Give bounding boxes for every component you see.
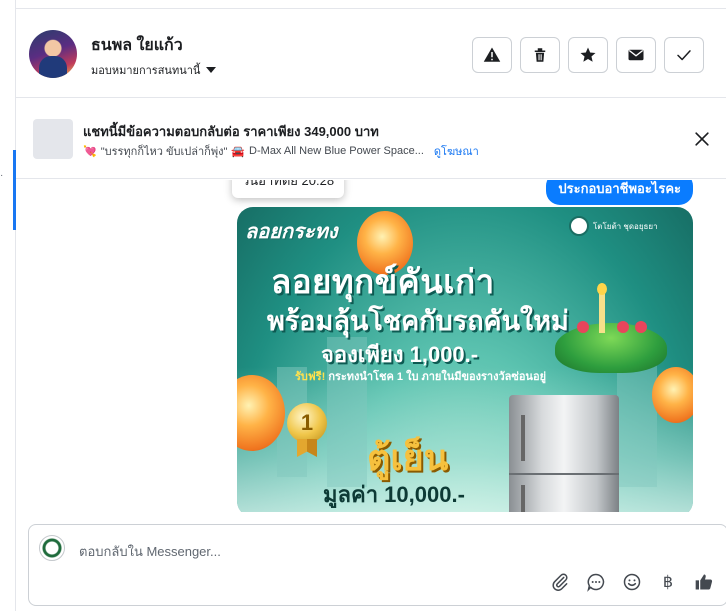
close-icon[interactable]	[692, 129, 712, 149]
reply-composer: ตอบกลับใน Messenger... ฿	[28, 524, 726, 606]
mark-unread-button[interactable]	[616, 37, 656, 73]
ad-model: D-Max All New Blue Power Space...	[249, 145, 424, 157]
bonus-text: กระทงนำโชค 1 ใบ ภายในมีของรางวัลซ่อนอยู่	[328, 371, 547, 383]
header-actions	[472, 37, 704, 73]
promo-brand-tag: ลอยกระทง	[245, 221, 338, 243]
check-icon	[677, 50, 691, 61]
avatar[interactable]	[29, 30, 77, 78]
bonus-highlight: รับฟรี!	[295, 371, 326, 383]
heart-emoji-icon: 💘	[83, 145, 97, 158]
contact-name[interactable]: ธนพล ใยแก้ว	[91, 33, 183, 58]
message-thread[interactable]: ประกอบอาชีพอะไรคะ วันอาทิตย์ 20:28 ลอยกร…	[16, 180, 726, 512]
caret-down-icon	[206, 67, 217, 73]
mark-done-button[interactable]	[664, 37, 704, 73]
promo-bonus: รับฟรี! กระทงนำโชค 1 ใบ ภายในมีของรางวัล…	[295, 367, 546, 385]
attach-icon[interactable]	[549, 571, 571, 593]
assign-label: มอบหมายการสนทนานี้	[91, 65, 201, 77]
star-button[interactable]	[568, 37, 608, 73]
lantern-icon	[652, 367, 693, 423]
report-spam-button[interactable]	[472, 37, 512, 73]
ad-subtitle: 💘 "บรรทุกก็ไหว ขับเปล่าก็พุ่ง" 🚘 D-Max A…	[83, 142, 479, 160]
emoji-icon[interactable]	[621, 571, 643, 593]
page-avatar	[39, 535, 65, 561]
krathong-icon	[555, 283, 667, 373]
saved-replies-icon[interactable]	[585, 571, 607, 593]
star-icon	[580, 47, 596, 62]
composer-tools: ฿	[549, 571, 715, 593]
outgoing-message[interactable]: ประกอบอาชีพอะไรคะ	[546, 180, 693, 205]
ad-thumbnail[interactable]	[33, 119, 73, 159]
timestamp-tooltip: วันอาทิตย์ 20:28	[232, 180, 345, 198]
ad-context-bar: แชทนี้มีข้อความตอบกลับต่อ ราคาเพียง 349,…	[16, 99, 726, 179]
ad-quote: "บรรทุกก็ไหว ขับเปล่าก็พุ่ง"	[100, 146, 228, 158]
warning-icon	[483, 47, 501, 62]
prize-value: มูลค่า 10,000.-	[323, 482, 465, 507]
list-dot: ·	[0, 170, 4, 181]
logo-icon	[569, 216, 589, 236]
promo-headline-2: พร้อมลุ้นโชคกับรถคันใหม่	[267, 306, 569, 336]
thumbs-up-icon[interactable]	[693, 571, 715, 593]
view-ad-link[interactable]: ดูโฆษณา	[434, 142, 479, 160]
dealer-logo: โตโยต้า ชุดอยุธยา	[569, 213, 679, 239]
conversation-list-edge: ·	[0, 0, 16, 611]
delete-button[interactable]	[520, 37, 560, 73]
conversation-header: ธนพล ใยแก้ว มอบหมายการสนทนานี้	[16, 8, 726, 98]
fridge-image	[509, 395, 619, 512]
trash-icon	[534, 48, 546, 62]
reply-input[interactable]: ตอบกลับใน Messenger...	[79, 541, 221, 562]
promo-image-message[interactable]: ลอยกระทง โตโยต้า ชุดอยุธยา ลอยทุกข์คันเก…	[237, 207, 693, 512]
assign-dropdown[interactable]: มอบหมายการสนทนานี้	[91, 61, 217, 79]
medal-icon: 1	[287, 403, 327, 443]
ad-title: แชทนี้มีข้อความตอบกลับต่อ ราคาเพียง 349,…	[83, 124, 379, 139]
logo-text: โตโยต้า ชุดอยุธยา	[593, 221, 658, 231]
baht-payment-icon[interactable]: ฿	[657, 571, 679, 593]
car-emoji-icon: 🚘	[231, 145, 246, 158]
envelope-icon	[628, 49, 644, 61]
